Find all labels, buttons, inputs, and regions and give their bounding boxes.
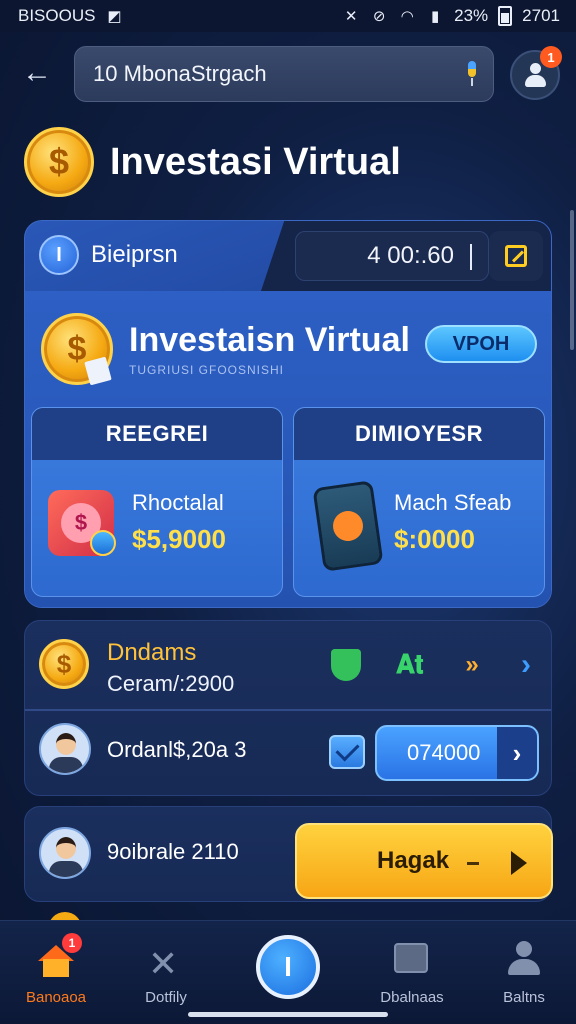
- right-card-value: $:0000: [394, 524, 475, 554]
- profile-button[interactable]: 1: [510, 46, 562, 100]
- vip-button[interactable]: VPOH: [425, 325, 537, 363]
- dollar-coin-icon: $: [24, 127, 94, 197]
- center-action-button[interactable]: I: [256, 935, 320, 999]
- nav-item-activity[interactable]: ✕ Dotfily: [106, 921, 226, 1024]
- nav-label: Baltns: [503, 989, 545, 1006]
- avatar: [39, 827, 91, 879]
- info-icon[interactable]: I: [39, 235, 79, 275]
- battery-icon: [498, 6, 513, 26]
- edit-icon: [505, 245, 527, 267]
- list-item[interactable]: $ Dndams Ceram/:2900 𝐀𝐭 » ›: [25, 621, 551, 707]
- clock: 2701: [522, 6, 560, 25]
- chart-icon[interactable]: 𝐀𝐭: [393, 649, 427, 681]
- amount-button[interactable]: 074000 ›: [375, 725, 539, 781]
- tablet-icon: [312, 480, 384, 572]
- nav-label: Dotfily: [145, 989, 187, 1006]
- nav-badge: 1: [62, 933, 82, 953]
- bottom-nav: 1 Banoaoa ✕ Dotfily I Dbalnaas Baltns: [0, 920, 576, 1024]
- carrier-text: BISOOUS: [18, 6, 96, 25]
- action-card: 9oibrale 2110 Hagak: [24, 806, 553, 902]
- tools-icon: ✕: [148, 943, 179, 984]
- search-input[interactable]: 10 MbonaStrgach: [74, 46, 494, 102]
- coin-stack-icon: [90, 530, 116, 556]
- amount-value: 074000: [407, 740, 481, 765]
- wifi-icon: ◠: [400, 8, 414, 25]
- row-title: Dndams: [107, 639, 197, 666]
- home-indicator[interactable]: [188, 1012, 388, 1017]
- investment-card: I Bieiprsn 4 00:.60 $ Investaisn Virtual…: [24, 220, 552, 608]
- back-arrow-icon[interactable]: ←: [20, 56, 54, 90]
- dollar-coin-icon: $: [39, 639, 89, 689]
- notification-badge: 1: [540, 46, 562, 68]
- page-title: Investasi Virtual: [110, 140, 401, 183]
- right-card-heading: DIMIOYESR: [294, 408, 544, 460]
- timer-value: 4 00:.60: [367, 242, 454, 269]
- search-value: 10 MbonaStrgach: [93, 61, 267, 86]
- center-icon: I: [284, 951, 292, 982]
- panel-title: Investaisn Virtual: [129, 321, 410, 359]
- page-header: $ Investasi Virtual: [24, 126, 401, 198]
- left-card-value: $5,9000: [132, 524, 226, 554]
- microphone-icon[interactable]: [465, 61, 479, 87]
- left-card-label: Rhoctalal: [132, 490, 224, 515]
- avatar: [39, 723, 91, 775]
- primary-action-label: Hagak: [377, 847, 450, 874]
- chevron-right-icon[interactable]: ›: [509, 648, 543, 681]
- nav-label: Banoaoa: [25, 989, 87, 1006]
- virtual-investment-panel: $ Investaisn Virtual TUGRIUSI GFOOSNISHI…: [25, 291, 551, 607]
- mute-icon: ✕: [344, 8, 358, 25]
- transactions-card: $ Dndams Ceram/:2900 𝐀𝐭 » › Ordanl$,20a …: [24, 620, 552, 796]
- row-subtitle: Ceram/:2900: [107, 671, 235, 696]
- timer-display: 4 00:.60: [295, 231, 489, 281]
- nav-item-account[interactable]: Baltns: [464, 921, 576, 1024]
- document-icon: [394, 943, 428, 973]
- primary-action-button[interactable]: Hagak: [295, 823, 553, 899]
- right-investment-card[interactable]: DIMIOYESR Mach Sfeab $:0000: [293, 407, 545, 597]
- left-card-heading: REEGREI: [32, 408, 282, 460]
- mail-icon[interactable]: [329, 735, 365, 769]
- card-label: Bieiprsn: [91, 241, 178, 268]
- edit-button[interactable]: [489, 231, 543, 281]
- fast-forward-icon[interactable]: »: [455, 649, 489, 681]
- panel-subtitle: TUGRIUSI GFOOSNISHI: [129, 363, 285, 377]
- cell-signal-icon: ▮: [431, 8, 440, 25]
- right-card-label: Mach Sfeab: [394, 490, 512, 515]
- account-icon: [508, 941, 540, 975]
- action-text: 9oibrale 2110: [107, 839, 239, 864]
- shield-icon[interactable]: [329, 649, 363, 681]
- scrollbar[interactable]: [570, 210, 574, 350]
- left-investment-card[interactable]: REEGREI $ Rhoctalal $5,9000: [31, 407, 283, 597]
- chevron-right-icon: ›: [497, 727, 537, 779]
- nav-item-reports[interactable]: Dbalnaas: [352, 921, 472, 1024]
- signal-off-icon: ⊘: [372, 8, 386, 25]
- status-bar: BISOOUS ◩ ✕ ⊘ ◠ ▮ 23% 2701: [0, 0, 576, 32]
- nav-item-home[interactable]: 1 Banoaoa: [0, 921, 116, 1024]
- top-bar: ← 10 MbonaStrgach 1: [0, 36, 576, 112]
- list-item[interactable]: Ordanl$,20a 3 074000 ›: [25, 709, 551, 795]
- app-notification-icon: ◩: [107, 8, 122, 25]
- row-text: Ordanl$,20a 3: [107, 737, 247, 762]
- battery-percent: 23%: [454, 6, 489, 25]
- play-icon: [511, 851, 527, 875]
- nav-label: Dbalnaas: [380, 989, 444, 1006]
